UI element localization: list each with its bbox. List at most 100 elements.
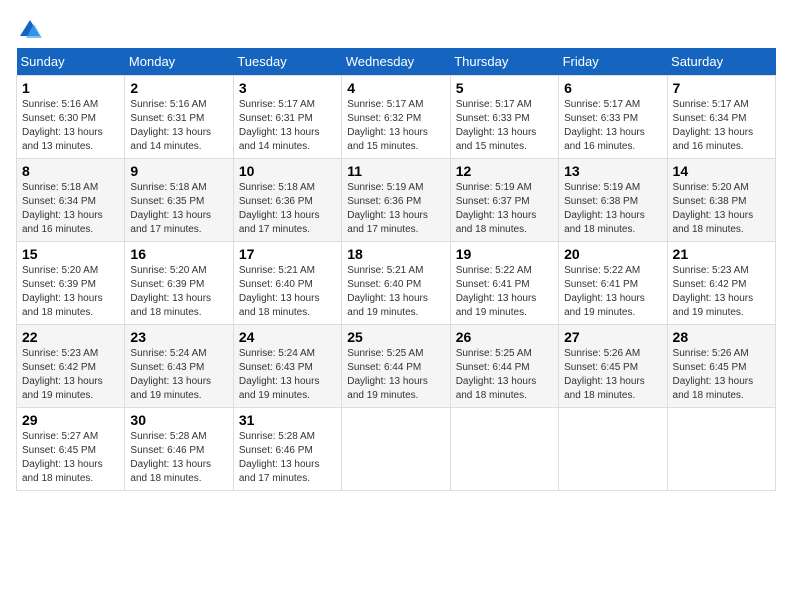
calendar-day-2: 2 Sunrise: 5:16 AMSunset: 6:31 PMDayligh… (125, 76, 233, 159)
page-header (16, 16, 776, 44)
day-info: Sunrise: 5:17 AMSunset: 6:34 PMDaylight:… (673, 99, 754, 152)
day-info: Sunrise: 5:24 AMSunset: 6:43 PMDaylight:… (130, 348, 211, 401)
day-info: Sunrise: 5:20 AMSunset: 6:39 PMDaylight:… (130, 265, 211, 318)
calendar-day-3: 3 Sunrise: 5:17 AMSunset: 6:31 PMDayligh… (233, 76, 341, 159)
day-info: Sunrise: 5:22 AMSunset: 6:41 PMDaylight:… (564, 265, 645, 318)
day-info: Sunrise: 5:19 AMSunset: 6:38 PMDaylight:… (564, 182, 645, 235)
day-number: 6 (564, 80, 661, 96)
calendar-week-3: 15 Sunrise: 5:20 AMSunset: 6:39 PMDaylig… (17, 242, 776, 325)
calendar-day-26: 26 Sunrise: 5:25 AMSunset: 6:44 PMDaylig… (450, 325, 558, 408)
calendar-day-22: 22 Sunrise: 5:23 AMSunset: 6:42 PMDaylig… (17, 325, 125, 408)
day-number: 7 (673, 80, 770, 96)
day-number: 15 (22, 246, 119, 262)
empty-cell (342, 408, 450, 491)
calendar-day-16: 16 Sunrise: 5:20 AMSunset: 6:39 PMDaylig… (125, 242, 233, 325)
calendar-day-4: 4 Sunrise: 5:17 AMSunset: 6:32 PMDayligh… (342, 76, 450, 159)
day-info: Sunrise: 5:18 AMSunset: 6:34 PMDaylight:… (22, 182, 103, 235)
calendar-day-19: 19 Sunrise: 5:22 AMSunset: 6:41 PMDaylig… (450, 242, 558, 325)
day-info: Sunrise: 5:18 AMSunset: 6:35 PMDaylight:… (130, 182, 211, 235)
day-number: 12 (456, 163, 553, 179)
calendar-day-30: 30 Sunrise: 5:28 AMSunset: 6:46 PMDaylig… (125, 408, 233, 491)
day-info: Sunrise: 5:26 AMSunset: 6:45 PMDaylight:… (673, 348, 754, 401)
day-number: 25 (347, 329, 444, 345)
day-number: 30 (130, 412, 227, 428)
day-number: 5 (456, 80, 553, 96)
weekday-header-tuesday: Tuesday (233, 48, 341, 76)
calendar-day-11: 11 Sunrise: 5:19 AMSunset: 6:36 PMDaylig… (342, 159, 450, 242)
weekday-header-saturday: Saturday (667, 48, 775, 76)
day-number: 19 (456, 246, 553, 262)
day-info: Sunrise: 5:21 AMSunset: 6:40 PMDaylight:… (347, 265, 428, 318)
calendar-day-1: 1 Sunrise: 5:16 AMSunset: 6:30 PMDayligh… (17, 76, 125, 159)
calendar-day-28: 28 Sunrise: 5:26 AMSunset: 6:45 PMDaylig… (667, 325, 775, 408)
calendar-week-1: 1 Sunrise: 5:16 AMSunset: 6:30 PMDayligh… (17, 76, 776, 159)
calendar-day-23: 23 Sunrise: 5:24 AMSunset: 6:43 PMDaylig… (125, 325, 233, 408)
calendar-day-14: 14 Sunrise: 5:20 AMSunset: 6:38 PMDaylig… (667, 159, 775, 242)
calendar-day-15: 15 Sunrise: 5:20 AMSunset: 6:39 PMDaylig… (17, 242, 125, 325)
day-info: Sunrise: 5:28 AMSunset: 6:46 PMDaylight:… (239, 431, 320, 484)
day-info: Sunrise: 5:23 AMSunset: 6:42 PMDaylight:… (22, 348, 103, 401)
logo-icon (16, 16, 44, 44)
day-number: 26 (456, 329, 553, 345)
calendar-table: SundayMondayTuesdayWednesdayThursdayFrid… (16, 48, 776, 491)
day-info: Sunrise: 5:27 AMSunset: 6:45 PMDaylight:… (22, 431, 103, 484)
weekday-header-thursday: Thursday (450, 48, 558, 76)
day-info: Sunrise: 5:16 AMSunset: 6:30 PMDaylight:… (22, 99, 103, 152)
day-number: 2 (130, 80, 227, 96)
calendar-week-4: 22 Sunrise: 5:23 AMSunset: 6:42 PMDaylig… (17, 325, 776, 408)
day-info: Sunrise: 5:24 AMSunset: 6:43 PMDaylight:… (239, 348, 320, 401)
day-number: 21 (673, 246, 770, 262)
empty-cell (450, 408, 558, 491)
day-info: Sunrise: 5:17 AMSunset: 6:32 PMDaylight:… (347, 99, 428, 152)
weekday-header-monday: Monday (125, 48, 233, 76)
calendar-day-18: 18 Sunrise: 5:21 AMSunset: 6:40 PMDaylig… (342, 242, 450, 325)
day-number: 20 (564, 246, 661, 262)
day-number: 13 (564, 163, 661, 179)
day-info: Sunrise: 5:26 AMSunset: 6:45 PMDaylight:… (564, 348, 645, 401)
weekday-header-wednesday: Wednesday (342, 48, 450, 76)
day-number: 27 (564, 329, 661, 345)
calendar-day-29: 29 Sunrise: 5:27 AMSunset: 6:45 PMDaylig… (17, 408, 125, 491)
day-number: 9 (130, 163, 227, 179)
day-info: Sunrise: 5:23 AMSunset: 6:42 PMDaylight:… (673, 265, 754, 318)
calendar-day-6: 6 Sunrise: 5:17 AMSunset: 6:33 PMDayligh… (559, 76, 667, 159)
day-info: Sunrise: 5:22 AMSunset: 6:41 PMDaylight:… (456, 265, 537, 318)
day-number: 10 (239, 163, 336, 179)
day-info: Sunrise: 5:28 AMSunset: 6:46 PMDaylight:… (130, 431, 211, 484)
day-info: Sunrise: 5:25 AMSunset: 6:44 PMDaylight:… (456, 348, 537, 401)
day-number: 1 (22, 80, 119, 96)
day-number: 4 (347, 80, 444, 96)
weekday-header-friday: Friday (559, 48, 667, 76)
day-info: Sunrise: 5:20 AMSunset: 6:39 PMDaylight:… (22, 265, 103, 318)
day-number: 8 (22, 163, 119, 179)
calendar-day-17: 17 Sunrise: 5:21 AMSunset: 6:40 PMDaylig… (233, 242, 341, 325)
empty-cell (667, 408, 775, 491)
calendar-day-20: 20 Sunrise: 5:22 AMSunset: 6:41 PMDaylig… (559, 242, 667, 325)
calendar-day-7: 7 Sunrise: 5:17 AMSunset: 6:34 PMDayligh… (667, 76, 775, 159)
calendar-day-27: 27 Sunrise: 5:26 AMSunset: 6:45 PMDaylig… (559, 325, 667, 408)
day-number: 24 (239, 329, 336, 345)
day-number: 29 (22, 412, 119, 428)
day-number: 23 (130, 329, 227, 345)
day-number: 28 (673, 329, 770, 345)
day-info: Sunrise: 5:19 AMSunset: 6:37 PMDaylight:… (456, 182, 537, 235)
day-info: Sunrise: 5:19 AMSunset: 6:36 PMDaylight:… (347, 182, 428, 235)
calendar-day-5: 5 Sunrise: 5:17 AMSunset: 6:33 PMDayligh… (450, 76, 558, 159)
calendar-day-8: 8 Sunrise: 5:18 AMSunset: 6:34 PMDayligh… (17, 159, 125, 242)
day-info: Sunrise: 5:25 AMSunset: 6:44 PMDaylight:… (347, 348, 428, 401)
calendar-day-31: 31 Sunrise: 5:28 AMSunset: 6:46 PMDaylig… (233, 408, 341, 491)
day-number: 31 (239, 412, 336, 428)
day-info: Sunrise: 5:18 AMSunset: 6:36 PMDaylight:… (239, 182, 320, 235)
day-info: Sunrise: 5:16 AMSunset: 6:31 PMDaylight:… (130, 99, 211, 152)
day-number: 14 (673, 163, 770, 179)
calendar-day-25: 25 Sunrise: 5:25 AMSunset: 6:44 PMDaylig… (342, 325, 450, 408)
day-info: Sunrise: 5:20 AMSunset: 6:38 PMDaylight:… (673, 182, 754, 235)
calendar-week-5: 29 Sunrise: 5:27 AMSunset: 6:45 PMDaylig… (17, 408, 776, 491)
day-number: 22 (22, 329, 119, 345)
calendar-day-12: 12 Sunrise: 5:19 AMSunset: 6:37 PMDaylig… (450, 159, 558, 242)
calendar-day-13: 13 Sunrise: 5:19 AMSunset: 6:38 PMDaylig… (559, 159, 667, 242)
day-info: Sunrise: 5:21 AMSunset: 6:40 PMDaylight:… (239, 265, 320, 318)
weekday-header-sunday: Sunday (17, 48, 125, 76)
day-number: 3 (239, 80, 336, 96)
calendar-day-10: 10 Sunrise: 5:18 AMSunset: 6:36 PMDaylig… (233, 159, 341, 242)
